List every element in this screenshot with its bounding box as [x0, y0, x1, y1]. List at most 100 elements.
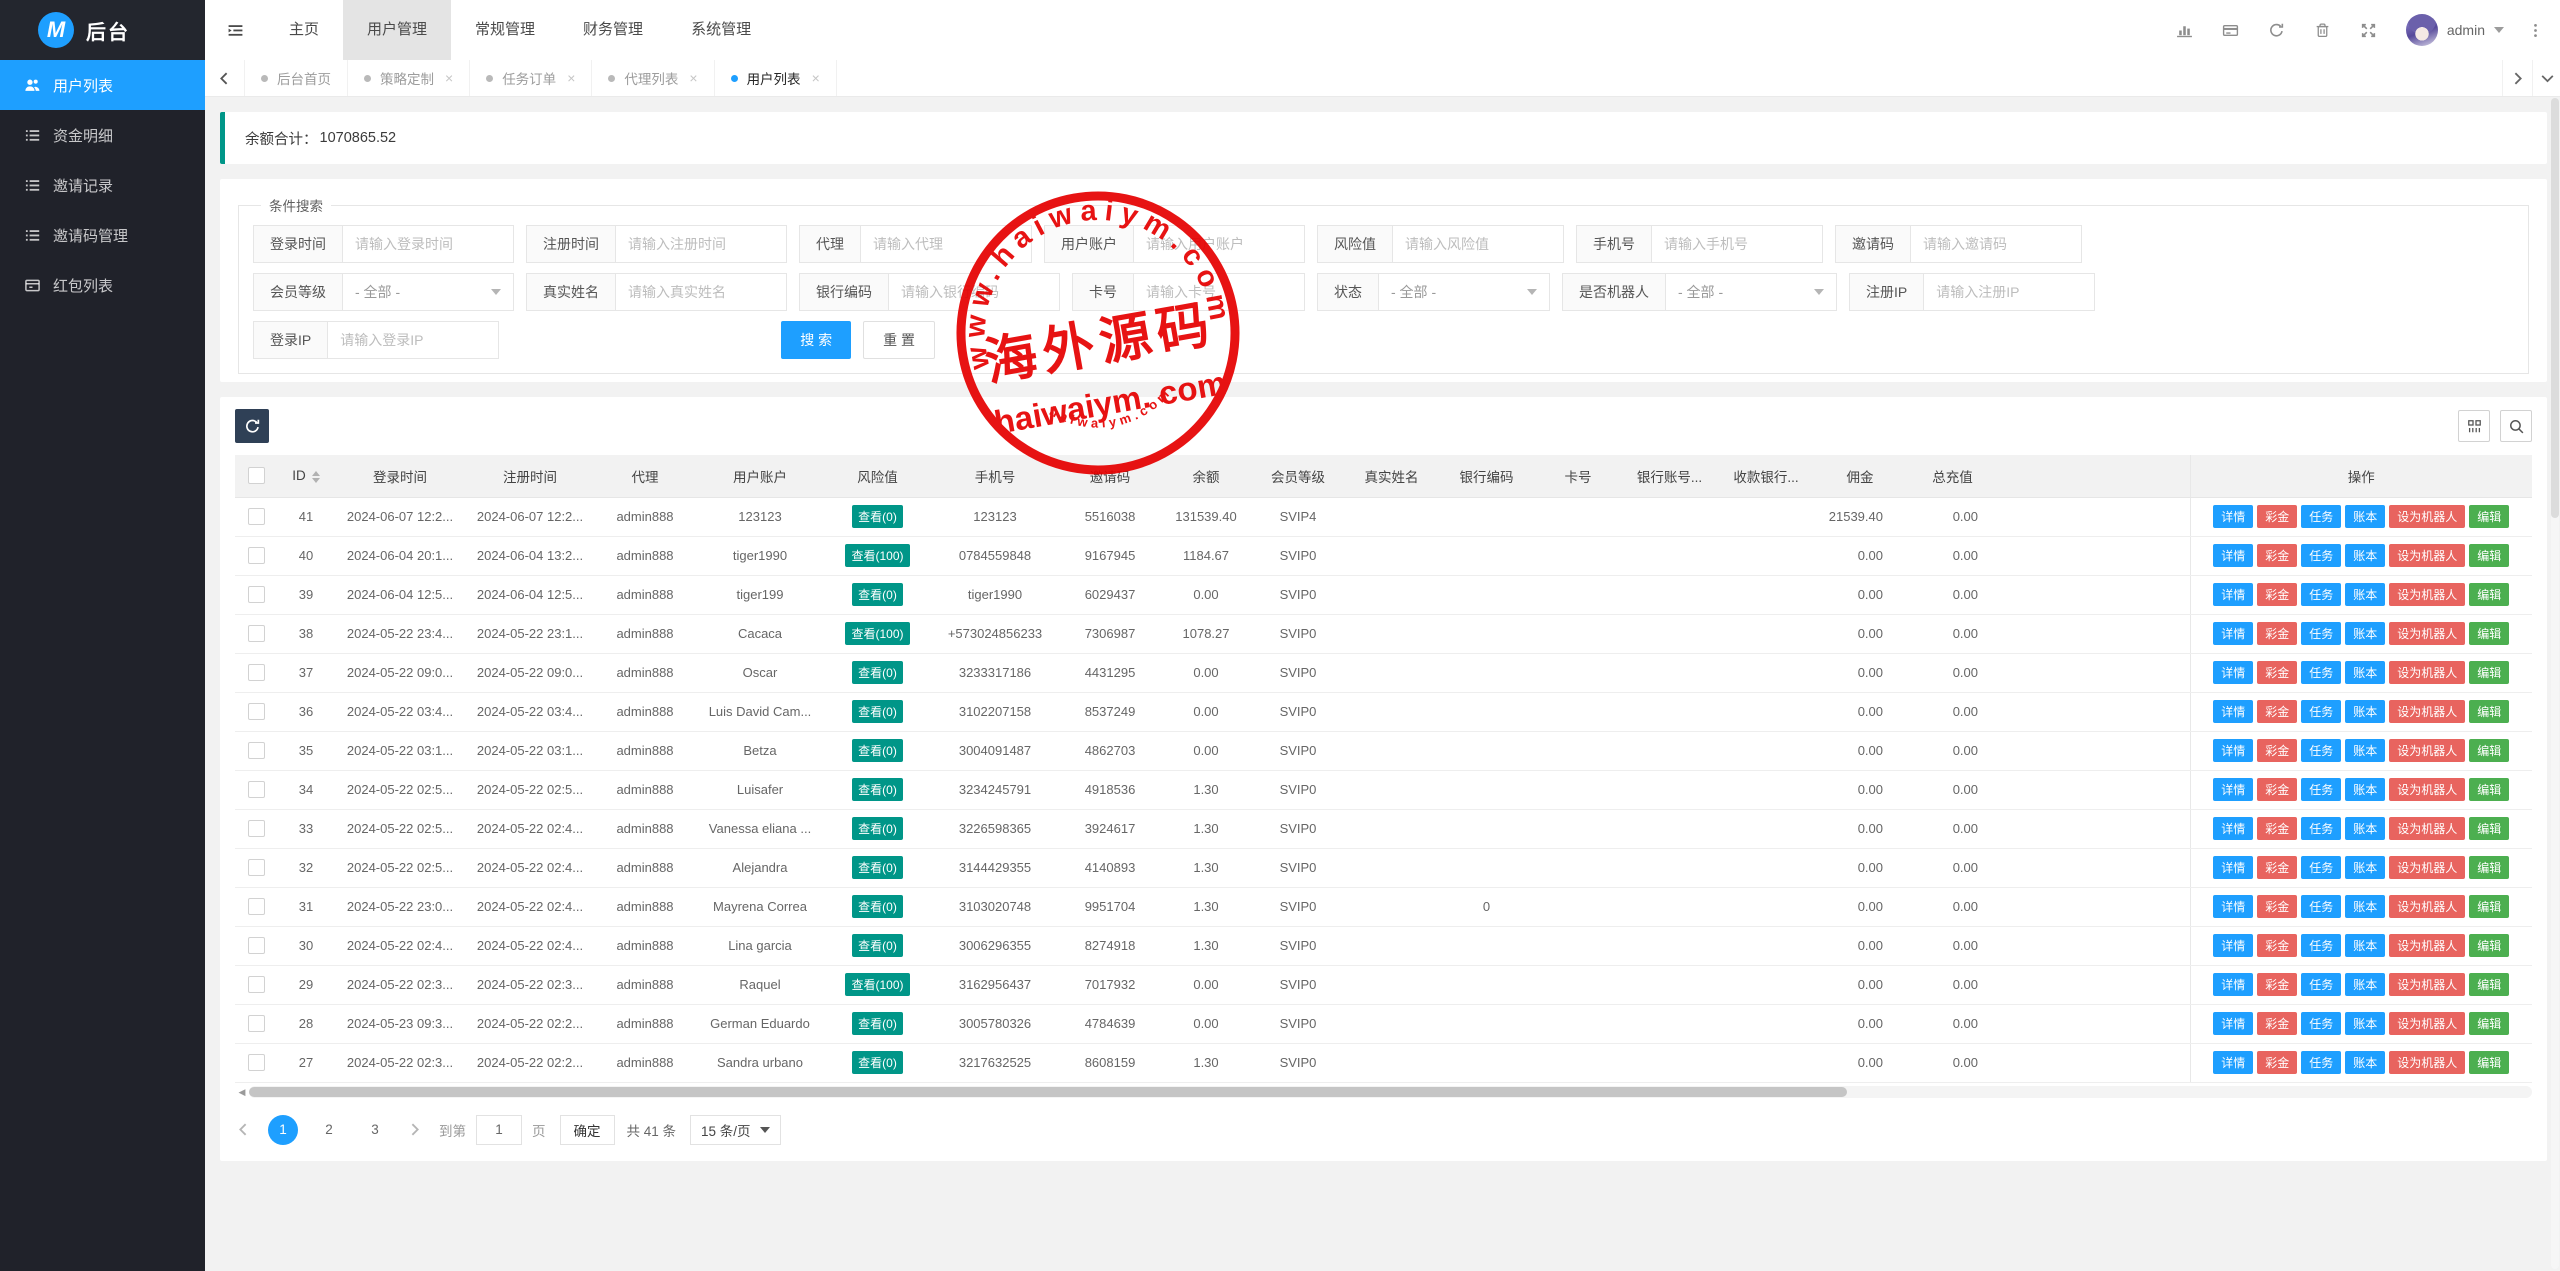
menu-fold-icon[interactable]	[205, 0, 265, 60]
risk-view-badge[interactable]: 查看(100)	[845, 544, 909, 567]
action-green-button[interactable]: 编辑	[2469, 856, 2509, 879]
risk-view-badge[interactable]: 查看(100)	[845, 622, 909, 645]
row-checkbox[interactable]	[248, 859, 265, 876]
tab[interactable]: 任务订单×	[470, 60, 592, 96]
action-red-button[interactable]: 设为机器人	[2389, 934, 2465, 957]
action-red-button[interactable]: 彩金	[2257, 1051, 2297, 1074]
action-red-button[interactable]: 彩金	[2257, 973, 2297, 996]
action-blue-button[interactable]: 详情	[2213, 934, 2253, 957]
action-red-button[interactable]: 彩金	[2257, 817, 2297, 840]
row-checkbox[interactable]	[248, 1054, 265, 1071]
action-blue-button[interactable]: 账本	[2345, 1012, 2385, 1035]
action-green-button[interactable]: 编辑	[2469, 700, 2509, 723]
action-blue-button[interactable]: 任务	[2301, 856, 2341, 879]
field-input[interactable]	[1651, 225, 1823, 263]
tab[interactable]: 策略定制×	[348, 60, 470, 96]
page-size-select[interactable]: 15 条/页	[690, 1115, 781, 1145]
action-blue-button[interactable]: 任务	[2301, 1051, 2341, 1074]
tab[interactable]: 用户列表×	[715, 60, 837, 96]
row-checkbox[interactable]	[248, 508, 265, 525]
action-red-button[interactable]: 设为机器人	[2389, 700, 2465, 723]
action-blue-button[interactable]: 账本	[2345, 778, 2385, 801]
action-blue-button[interactable]: 任务	[2301, 505, 2341, 528]
action-blue-button[interactable]: 账本	[2345, 622, 2385, 645]
action-red-button[interactable]: 设为机器人	[2389, 1012, 2465, 1035]
risk-view-badge[interactable]: 查看(0)	[852, 739, 903, 762]
sort-icon[interactable]	[312, 471, 320, 483]
action-green-button[interactable]: 编辑	[2469, 544, 2509, 567]
action-blue-button[interactable]: 账本	[2345, 661, 2385, 684]
action-blue-button[interactable]: 账本	[2345, 817, 2385, 840]
action-blue-button[interactable]: 账本	[2345, 505, 2385, 528]
risk-view-badge[interactable]: 查看(0)	[852, 661, 903, 684]
column-header[interactable]: 银行账号...	[1622, 455, 1717, 497]
column-header[interactable]: 银行编码	[1439, 455, 1534, 497]
sidebar-item[interactable]: 邀请码管理	[0, 210, 205, 260]
risk-view-badge[interactable]: 查看(100)	[845, 973, 909, 996]
action-green-button[interactable]: 编辑	[2469, 1051, 2509, 1074]
action-red-button[interactable]: 设为机器人	[2389, 544, 2465, 567]
action-red-button[interactable]: 设为机器人	[2389, 856, 2465, 879]
action-blue-button[interactable]: 任务	[2301, 895, 2341, 918]
brand[interactable]: M 后台	[0, 0, 205, 60]
tabs-scroll-left-icon[interactable]	[205, 60, 245, 96]
action-green-button[interactable]: 编辑	[2469, 817, 2509, 840]
trash-icon[interactable]	[2300, 0, 2346, 60]
sidebar-item[interactable]: 邀请记录	[0, 160, 205, 210]
action-red-button[interactable]: 设为机器人	[2389, 661, 2465, 684]
refresh-icon[interactable]	[2254, 0, 2300, 60]
search-icon[interactable]	[2500, 410, 2532, 442]
action-blue-button[interactable]: 详情	[2213, 856, 2253, 879]
action-red-button[interactable]: 设为机器人	[2389, 583, 2465, 606]
row-checkbox[interactable]	[248, 820, 265, 837]
action-green-button[interactable]: 编辑	[2469, 505, 2509, 528]
action-blue-button[interactable]: 详情	[2213, 778, 2253, 801]
field-select[interactable]: - 全部 -	[1378, 273, 1550, 311]
confirm-page-button[interactable]: 确定	[560, 1115, 615, 1145]
action-red-button[interactable]: 彩金	[2257, 895, 2297, 918]
topnav-item[interactable]: 主页	[265, 0, 343, 60]
action-blue-button[interactable]: 账本	[2345, 856, 2385, 879]
action-green-button[interactable]: 编辑	[2469, 661, 2509, 684]
column-header[interactable]: 用户账户	[695, 455, 825, 497]
action-blue-button[interactable]: 账本	[2345, 1051, 2385, 1074]
tab[interactable]: 代理列表×	[592, 60, 714, 96]
field-input[interactable]	[1923, 273, 2095, 311]
fullscreen-icon[interactable]	[2346, 0, 2392, 60]
sort-desc-icon[interactable]	[312, 478, 320, 483]
action-blue-button[interactable]: 任务	[2301, 700, 2341, 723]
action-green-button[interactable]: 编辑	[2469, 1012, 2509, 1035]
page-number[interactable]: 3	[360, 1115, 390, 1145]
tab-close-icon[interactable]: ×	[812, 70, 820, 86]
action-blue-button[interactable]: 详情	[2213, 505, 2253, 528]
action-red-button[interactable]: 彩金	[2257, 700, 2297, 723]
sidebar-item[interactable]: 资金明细	[0, 110, 205, 160]
column-header[interactable]: 收款银行...	[1717, 455, 1815, 497]
row-checkbox[interactable]	[248, 1015, 265, 1032]
field-input[interactable]	[327, 321, 499, 359]
topnav-item[interactable]: 财务管理	[559, 0, 667, 60]
column-header[interactable]: ID	[277, 455, 335, 497]
action-blue-button[interactable]: 任务	[2301, 817, 2341, 840]
risk-view-badge[interactable]: 查看(0)	[852, 505, 903, 528]
prev-page-icon[interactable]	[235, 1121, 252, 1138]
action-blue-button[interactable]: 账本	[2345, 934, 2385, 957]
field-select[interactable]: - 全部 -	[1665, 273, 1837, 311]
action-blue-button[interactable]: 详情	[2213, 544, 2253, 567]
risk-view-badge[interactable]: 查看(0)	[852, 1012, 903, 1035]
action-red-button[interactable]: 设为机器人	[2389, 1051, 2465, 1074]
tab[interactable]: 后台首页	[245, 60, 348, 96]
select-all-checkbox[interactable]	[248, 467, 265, 484]
scroll-left-arrow-icon[interactable]: ◀	[235, 1086, 249, 1099]
row-checkbox[interactable]	[248, 625, 265, 642]
column-header[interactable]: 登录时间	[335, 455, 465, 497]
action-blue-button[interactable]: 任务	[2301, 622, 2341, 645]
action-red-button[interactable]: 彩金	[2257, 739, 2297, 762]
column-header[interactable]: 佣金	[1815, 455, 1905, 497]
action-red-button[interactable]: 彩金	[2257, 622, 2297, 645]
action-blue-button[interactable]: 详情	[2213, 739, 2253, 762]
column-header[interactable]: 注册时间	[465, 455, 595, 497]
action-blue-button[interactable]: 详情	[2213, 661, 2253, 684]
page-number[interactable]: 1	[268, 1115, 298, 1145]
field-input[interactable]	[342, 225, 514, 263]
